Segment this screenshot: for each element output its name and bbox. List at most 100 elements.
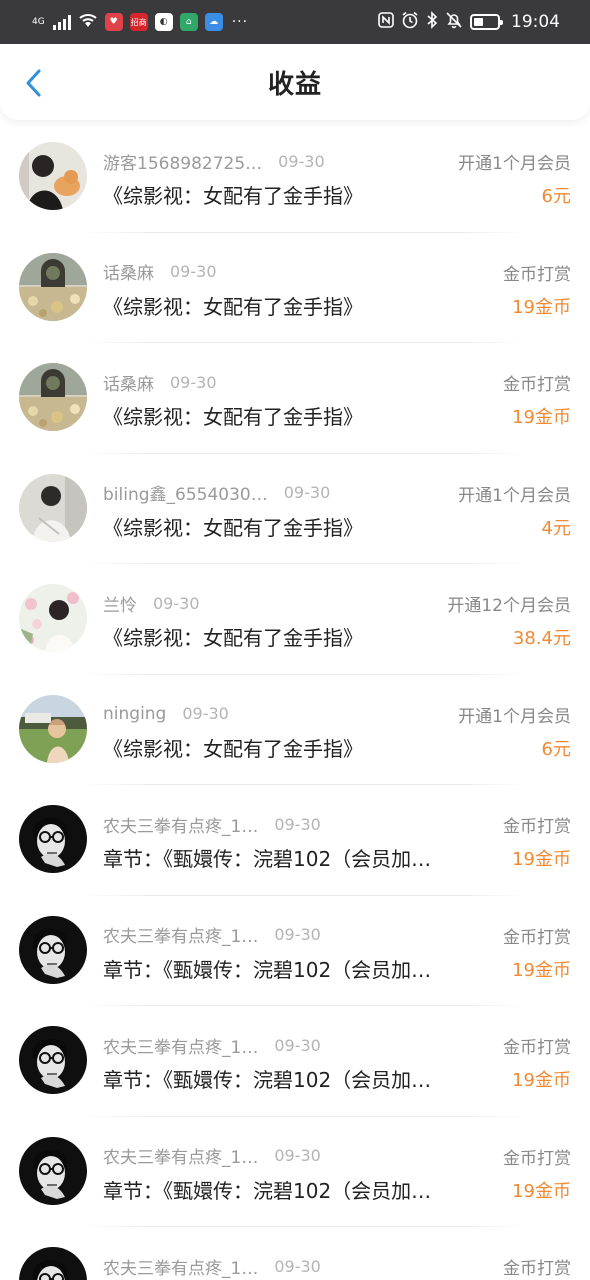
earning-type: 金币打赏	[503, 817, 571, 837]
earning-type: 金币打赏	[503, 1038, 571, 1058]
earning-record-row[interactable]: 话桑麻 09-30 金币打赏 《综影视：女配有了金手指》 19金币	[0, 233, 590, 343]
user-avatar[interactable]	[19, 805, 87, 873]
nfc-icon	[378, 12, 394, 32]
earning-amount: 19金币	[512, 1070, 571, 1091]
battery-icon	[470, 14, 503, 30]
user-avatar[interactable]	[19, 1247, 87, 1280]
earning-amount: 19金币	[512, 1180, 571, 1202]
more-notifications-icon: ···	[231, 14, 249, 30]
earning-type: 开通1个月会员	[458, 706, 571, 727]
mute-bell-icon	[445, 11, 463, 33]
cloud-icon: ☁	[204, 13, 223, 31]
work-title: 《综影视：女配有了金手指》	[103, 184, 363, 208]
record-meta: 农夫三拳有点疼_1… 09-30	[103, 1254, 321, 1279]
wifi-icon	[78, 12, 98, 32]
earning-record-row[interactable]: 农夫三拳有点疼_1… 09-30 金币打赏 章节：《甄嬛传：浣碧102（会员加……	[0, 1006, 590, 1117]
username: 农夫三拳有点疼_1…	[103, 816, 259, 837]
earning-type: 金币打赏	[503, 927, 571, 948]
record-date: 09-30	[274, 925, 321, 944]
user-avatar[interactable]	[19, 1136, 87, 1205]
earning-record-row[interactable]: 游客1568982725… 09-30 开通1个月会员 《综影视：女配有了金手指…	[0, 122, 590, 233]
earning-amount: 19金币	[512, 959, 571, 981]
username: 农夫三拳有点疼_1…	[103, 1148, 259, 1168]
app-notification-icon: ⌂	[179, 13, 198, 31]
user-avatar[interactable]	[19, 1026, 87, 1094]
user-avatar[interactable]	[19, 473, 87, 542]
chevron-left-icon	[26, 69, 41, 97]
earning-amount: 19金币	[512, 296, 571, 318]
username: 农夫三拳有点疼_1…	[103, 1037, 259, 1058]
user-avatar[interactable]	[19, 915, 87, 984]
network-type: 4G	[32, 16, 45, 27]
earning-record-row[interactable]: 话桑麻 09-30 金币打赏 《综影视：女配有了金手指》 19金币	[0, 343, 590, 454]
status-time: 19:04	[511, 12, 560, 32]
record-date: 09-30	[274, 814, 321, 834]
record-meta: 话桑麻 09-30	[103, 260, 217, 284]
user-avatar[interactable]	[19, 252, 87, 321]
record-date: 09-30	[170, 372, 217, 392]
earning-type: 金币打赏	[503, 1259, 571, 1279]
earning-record-row[interactable]: biling鑫_6554030… 09-30 开通1个月会员 《综影视：女配有了…	[0, 454, 590, 564]
earning-amount: 6元	[541, 738, 571, 760]
earning-amount: 38.4元	[512, 628, 571, 649]
username: 农夫三拳有点疼_1…	[103, 1258, 259, 1279]
earning-amount: 6元	[541, 186, 571, 207]
record-date: 09-30	[274, 1035, 321, 1055]
record-meta: 农夫三拳有点疼_1… 09-30	[103, 923, 321, 947]
record-meta: ninging 09-30	[103, 702, 229, 726]
work-title: 《综影视：女配有了金手指》	[103, 515, 363, 540]
work-title: 《综影视：女配有了金手指》	[103, 626, 363, 650]
earnings-list: 游客1568982725… 09-30 开通1个月会员 《综影视：女配有了金手指…	[0, 122, 590, 1280]
status-bar-right: 19:04	[378, 11, 560, 33]
earning-record-row[interactable]: 农夫三拳有点疼_1… 09-30 金币打赏 章节：《甄嬛传：浣碧102（会员加……	[0, 896, 590, 1006]
earning-record-row[interactable]: 农夫三拳有点疼_1… 09-30 金币打赏	[0, 1227, 590, 1280]
earning-amount: 19金币	[512, 849, 571, 870]
network-indicator: 4G	[32, 16, 45, 27]
status-bar-left: 4G ♥ 招商 ◐ ⌂ ☁ ···	[32, 12, 248, 32]
user-avatar[interactable]	[19, 584, 87, 652]
alarm-icon	[401, 11, 419, 33]
record-date: 09-30	[153, 593, 200, 613]
username: 话桑麻	[103, 374, 154, 395]
record-date: 09-30	[170, 262, 217, 281]
page-header: 收益	[0, 44, 590, 120]
earning-record-row[interactable]: ninging 09-30 开通1个月会员 《综影视：女配有了金手指》 6元	[0, 675, 590, 785]
earning-type: 开通1个月会员	[458, 154, 571, 174]
username: 话桑麻	[103, 264, 154, 284]
page-title: 收益	[267, 69, 322, 100]
work-title: 《综影视：女配有了金手指》	[103, 405, 363, 429]
user-avatar[interactable]	[19, 142, 87, 210]
record-date: 09-30	[283, 483, 331, 502]
earning-type: 金币打赏	[503, 375, 571, 395]
app-notification-icon: ♥	[104, 13, 123, 31]
record-meta: biling鑫_6554030… 09-30	[103, 481, 330, 505]
username: 兰怜	[103, 595, 137, 616]
username: 农夫三拳有点疼_1…	[103, 927, 259, 947]
record-date: 09-30	[278, 151, 325, 171]
earning-type: 开通1个月会员	[458, 485, 571, 506]
work-title: 章节：《甄嬛传：浣碧102（会员加…	[103, 1178, 432, 1203]
record-meta: 农夫三拳有点疼_1… 09-30	[103, 812, 321, 837]
user-avatar[interactable]	[19, 363, 87, 431]
work-title: 章节：《甄嬛传：浣碧102（会员加…	[103, 1068, 432, 1092]
earning-type: 金币打赏	[503, 1148, 571, 1169]
work-title: 《综影视：女配有了金手指》	[103, 736, 363, 761]
earning-type: 金币打赏	[503, 264, 571, 285]
earning-record-row[interactable]: 农夫三拳有点疼_1… 09-30 金币打赏 章节：《甄嬛传：浣碧102（会员加……	[0, 1117, 590, 1227]
work-title: 章节：《甄嬛传：浣碧102（会员加…	[103, 957, 432, 982]
username: 游客1568982725…	[103, 153, 263, 174]
record-meta: 农夫三拳有点疼_1… 09-30	[103, 1033, 321, 1058]
earning-record-row[interactable]: 农夫三拳有点疼_1… 09-30 金币打赏 章节：《甄嬛传：浣碧102（会员加……	[0, 785, 590, 896]
record-date: 09-30	[274, 1256, 321, 1276]
earning-amount: 19金币	[512, 407, 571, 428]
back-button[interactable]	[16, 66, 50, 100]
user-avatar[interactable]	[19, 694, 87, 763]
bluetooth-icon	[426, 11, 438, 33]
record-date: 09-30	[274, 1146, 321, 1165]
record-meta: 兰怜 09-30	[103, 591, 200, 616]
earning-record-row[interactable]: 兰怜 09-30 开通12个月会员 《综影视：女配有了金手指》 38.4元	[0, 564, 590, 675]
record-meta: 话桑麻 09-30	[103, 370, 217, 395]
record-date: 09-30	[182, 704, 229, 723]
status-bar: 4G ♥ 招商 ◐ ⌂ ☁ ··· 19:04	[0, 0, 590, 44]
work-title: 《综影视：女配有了金手指》	[103, 294, 363, 319]
